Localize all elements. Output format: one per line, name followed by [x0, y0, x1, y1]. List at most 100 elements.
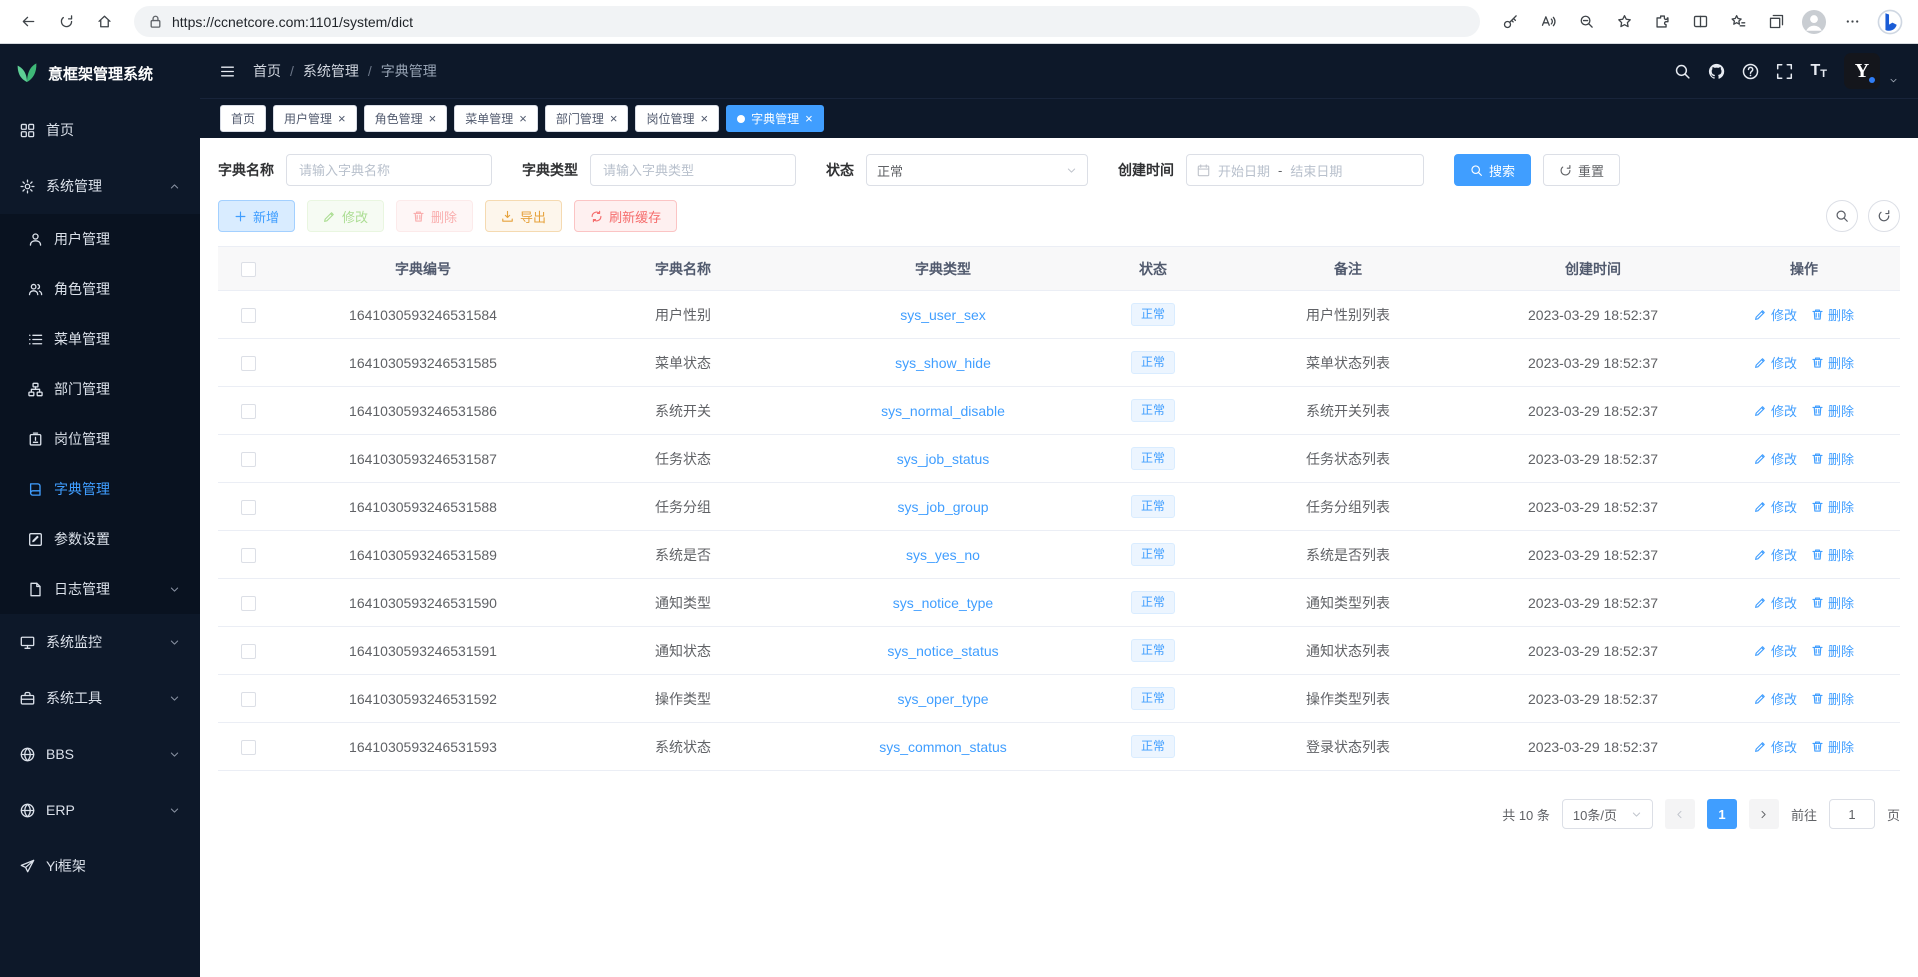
sidebar-item-post[interactable]: 岗位管理: [0, 414, 200, 464]
sidebar-item-config[interactable]: 参数设置: [0, 514, 200, 564]
dict-type-link[interactable]: sys_yes_no: [906, 547, 980, 563]
delete-row-button[interactable]: 删除: [1811, 449, 1854, 468]
breadcrumb-item[interactable]: 首页: [253, 61, 281, 81]
dict-type-link[interactable]: sys_job_status: [897, 451, 990, 467]
sidebar-item-user[interactable]: 用户管理: [0, 214, 200, 264]
close-icon[interactable]: ×: [338, 112, 346, 125]
refresh-table-button[interactable]: [1868, 200, 1900, 232]
edit-row-button[interactable]: 修改: [1754, 545, 1797, 564]
reset-button[interactable]: 重置: [1543, 154, 1620, 186]
edit-row-button[interactable]: 修改: [1754, 449, 1797, 468]
split-screen-icon[interactable]: [1682, 5, 1718, 39]
row-checkbox[interactable]: [241, 596, 256, 611]
delete-button[interactable]: 删除: [396, 200, 473, 232]
extensions-icon[interactable]: [1644, 5, 1680, 39]
sidebar-item-erp[interactable]: ERP: [0, 782, 200, 838]
sidebar-item-yi[interactable]: Yi框架: [0, 838, 200, 894]
toggle-search-button[interactable]: [1826, 200, 1858, 232]
password-key-icon[interactable]: [1492, 5, 1528, 39]
row-checkbox[interactable]: [241, 500, 256, 515]
tab-home[interactable]: 首页: [220, 105, 266, 132]
close-icon[interactable]: ×: [610, 112, 618, 125]
date-range-picker[interactable]: 开始日期 - 结束日期: [1186, 154, 1424, 186]
address-bar[interactable]: https://ccnetcore.com:1101/system/dict: [134, 6, 1480, 37]
dict-type-link[interactable]: sys_normal_disable: [881, 403, 1005, 419]
prev-page-button[interactable]: [1665, 799, 1695, 829]
row-checkbox[interactable]: [241, 692, 256, 707]
delete-row-button[interactable]: 删除: [1811, 593, 1854, 612]
zoom-out-icon[interactable]: [1568, 5, 1604, 39]
close-icon[interactable]: ×: [429, 112, 437, 125]
edit-row-button[interactable]: 修改: [1754, 737, 1797, 756]
edit-row-button[interactable]: 修改: [1754, 305, 1797, 324]
next-page-button[interactable]: [1749, 799, 1779, 829]
row-checkbox[interactable]: [241, 404, 256, 419]
status-select[interactable]: 正常: [866, 154, 1088, 186]
dict-type-link[interactable]: sys_user_sex: [900, 307, 986, 323]
delete-row-button[interactable]: 删除: [1811, 305, 1854, 324]
dict-type-link[interactable]: sys_oper_type: [897, 691, 988, 707]
dict-type-link[interactable]: sys_notice_type: [893, 595, 993, 611]
bing-discover-icon[interactable]: [1872, 5, 1908, 39]
dict-type-input[interactable]: [590, 154, 796, 186]
close-icon[interactable]: ×: [700, 112, 708, 125]
home-icon[interactable]: [86, 5, 122, 39]
sidebar-item-role[interactable]: 角色管理: [0, 264, 200, 314]
sidebar-item-tool[interactable]: 系统工具: [0, 670, 200, 726]
edit-row-button[interactable]: 修改: [1754, 689, 1797, 708]
github-icon[interactable]: [1708, 63, 1725, 80]
tab-dept[interactable]: 部门管理×: [545, 105, 629, 132]
tab-role[interactable]: 角色管理×: [364, 105, 448, 132]
export-button[interactable]: 导出: [485, 200, 562, 232]
add-button[interactable]: 新增: [218, 200, 295, 232]
search-button[interactable]: 搜索: [1454, 154, 1531, 186]
edit-row-button[interactable]: 修改: [1754, 497, 1797, 516]
favorites-bar-icon[interactable]: [1720, 5, 1756, 39]
delete-row-button[interactable]: 删除: [1811, 689, 1854, 708]
profile-avatar[interactable]: [1796, 5, 1832, 39]
collapse-sidebar-icon[interactable]: [220, 64, 235, 79]
font-size-icon[interactable]: TT: [1810, 62, 1827, 80]
tab-menu[interactable]: 菜单管理×: [454, 105, 538, 132]
edit-row-button[interactable]: 修改: [1754, 353, 1797, 372]
page-size-select[interactable]: 10条/页: [1562, 799, 1653, 829]
goto-page-input[interactable]: [1829, 799, 1875, 829]
app-logo[interactable]: 意框架管理系统: [0, 44, 200, 102]
dict-type-link[interactable]: sys_job_group: [897, 499, 988, 515]
add-favorite-icon[interactable]: [1606, 5, 1642, 39]
refresh-page-icon[interactable]: [48, 5, 84, 39]
delete-row-button[interactable]: 删除: [1811, 353, 1854, 372]
row-checkbox[interactable]: [241, 308, 256, 323]
edit-row-button[interactable]: 修改: [1754, 401, 1797, 420]
tab-dict[interactable]: 字典管理×: [726, 105, 824, 132]
close-icon[interactable]: ×: [805, 112, 813, 125]
sidebar-item-dept[interactable]: 部门管理: [0, 364, 200, 414]
sidebar-item-log[interactable]: 日志管理: [0, 564, 200, 614]
edit-button[interactable]: 修改: [307, 200, 384, 232]
fullscreen-icon[interactable]: [1776, 63, 1793, 80]
sidebar-item-menu[interactable]: 菜单管理: [0, 314, 200, 364]
edit-row-button[interactable]: 修改: [1754, 641, 1797, 660]
page-number-button[interactable]: 1: [1707, 799, 1737, 829]
select-all-checkbox[interactable]: [241, 262, 256, 277]
tab-post[interactable]: 岗位管理×: [635, 105, 719, 132]
row-checkbox[interactable]: [241, 548, 256, 563]
row-checkbox[interactable]: [241, 356, 256, 371]
sidebar-item-dict[interactable]: 字典管理: [0, 464, 200, 514]
delete-row-button[interactable]: 删除: [1811, 737, 1854, 756]
refresh-cache-button[interactable]: 刷新缓存: [574, 200, 677, 232]
dict-type-link[interactable]: sys_show_hide: [895, 355, 991, 371]
back-icon[interactable]: [10, 5, 46, 39]
sidebar-item-home[interactable]: 首页: [0, 102, 200, 158]
row-checkbox[interactable]: [241, 452, 256, 467]
sidebar-item-bbs[interactable]: BBS: [0, 726, 200, 782]
delete-row-button[interactable]: 删除: [1811, 401, 1854, 420]
dict-type-link[interactable]: sys_common_status: [879, 739, 1007, 755]
sidebar-item-monitor[interactable]: 系统监控: [0, 614, 200, 670]
read-aloud-icon[interactable]: [1530, 5, 1566, 39]
dict-name-input[interactable]: [286, 154, 492, 186]
edit-row-button[interactable]: 修改: [1754, 593, 1797, 612]
breadcrumb-item[interactable]: 系统管理: [303, 61, 359, 81]
delete-row-button[interactable]: 删除: [1811, 641, 1854, 660]
row-checkbox[interactable]: [241, 740, 256, 755]
